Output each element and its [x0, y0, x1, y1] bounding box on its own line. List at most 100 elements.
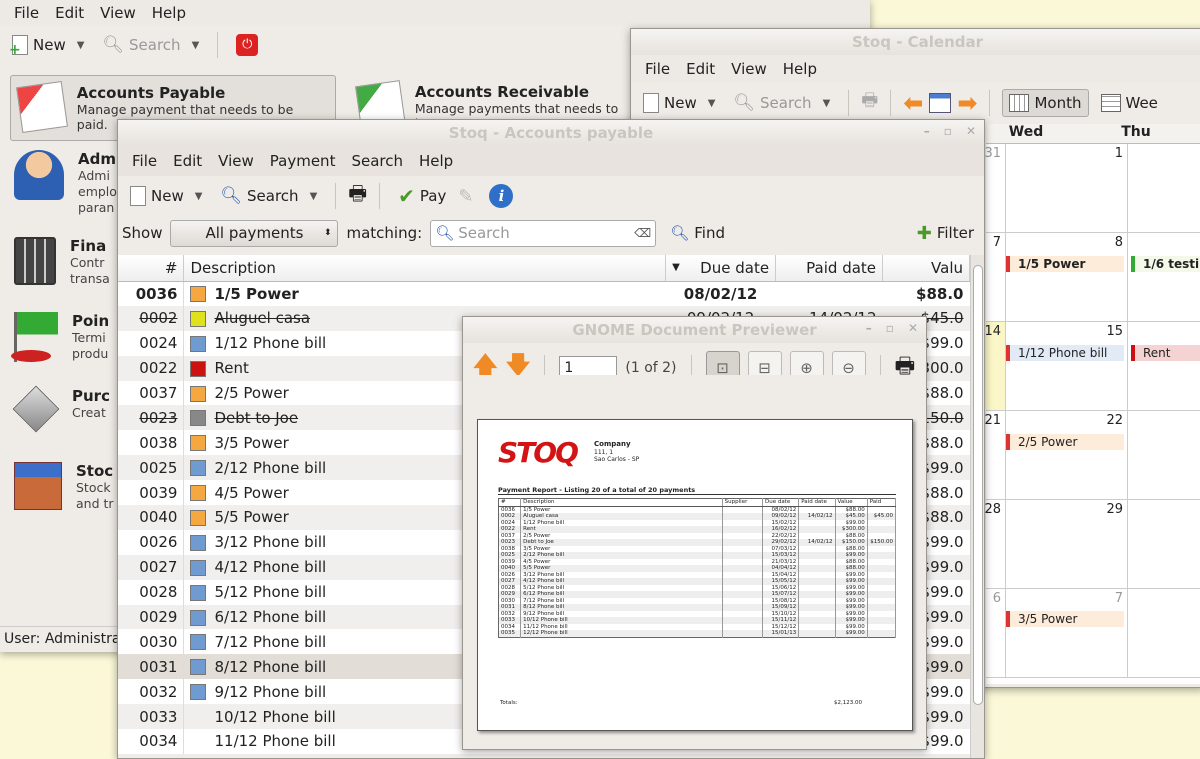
month-view-button[interactable]: Month: [1002, 89, 1089, 117]
today-calendar-icon[interactable]: [929, 93, 952, 113]
app-stock[interactable]: Stoc Stock and tr: [14, 462, 117, 537]
search-input[interactable]: 🔍︎ Search ⌫: [430, 219, 657, 247]
edit-pencil-icon[interactable]: ✎: [458, 186, 473, 207]
menu-file[interactable]: File: [6, 4, 47, 22]
menu-payment[interactable]: Payment: [262, 152, 344, 170]
calendar-day-cell[interactable]: [1128, 411, 1200, 500]
app-description-line: Termi: [72, 330, 106, 345]
calendar-day-cell[interactable]: 22: [1006, 411, 1128, 500]
color-swatch: [190, 360, 207, 377]
calendar-event[interactable]: 1/12 Phone bill: [1006, 345, 1124, 361]
menu-edit[interactable]: Edit: [678, 60, 723, 78]
menu-help[interactable]: Help: [775, 60, 825, 78]
vertical-scrollbar[interactable]: [970, 255, 984, 758]
description-text: 11/12 Phone bill: [214, 732, 336, 751]
calendar-day-cell[interactable]: 21: [984, 411, 1006, 500]
calendar-event[interactable]: 2/5 Power: [1006, 434, 1124, 450]
calendar-event[interactable]: Rent: [1131, 345, 1200, 361]
new-button[interactable]: New ▼: [124, 182, 208, 210]
info-icon[interactable]: i: [489, 184, 514, 208]
menu-edit[interactable]: Edit: [165, 152, 210, 170]
calendar-event[interactable]: 1/6 testin: [1131, 256, 1200, 272]
filter-button[interactable]: ✚ Filter: [911, 219, 980, 248]
menu-file[interactable]: File: [637, 60, 678, 78]
previous-arrow-icon[interactable]: ⬅: [903, 89, 923, 117]
menu-help[interactable]: Help: [144, 4, 194, 22]
calendar-day-cell[interactable]: 31: [984, 144, 1006, 233]
maximize-icon[interactable]: ▫: [886, 321, 894, 335]
close-icon[interactable]: ✕: [908, 321, 918, 335]
calendar-day-cell[interactable]: [1128, 500, 1200, 589]
column-header-description[interactable]: Description: [183, 255, 667, 282]
app-financial[interactable]: Fina Contr transa: [14, 237, 117, 312]
payment-status-combo[interactable]: All payments ⬍: [170, 219, 339, 247]
app-purchase[interactable]: Purc Creat: [12, 385, 117, 462]
toolbar-separator: [989, 90, 991, 116]
week-view-button[interactable]: Wee: [1095, 90, 1164, 116]
document-viewport[interactable]: STOQ Company 111, 1 Sao Carlos - SP Paym…: [463, 375, 926, 749]
new-dropdown-arrow-icon[interactable]: ▼: [708, 98, 716, 109]
scrollbar-thumb[interactable]: [973, 265, 983, 705]
new-dropdown-arrow-icon[interactable]: ▼: [77, 40, 85, 51]
stoq-logo: STOQ: [498, 436, 579, 469]
menu-file[interactable]: File: [124, 152, 165, 170]
pay-button[interactable]: ✔ Pay: [392, 180, 452, 212]
print-icon[interactable]: 🖶: [861, 88, 878, 118]
calendar-day-cell[interactable]: 8: [1006, 233, 1128, 322]
menu-view[interactable]: View: [723, 60, 775, 78]
column-header-due-date[interactable]: ▼ Due date: [665, 255, 777, 282]
new-button[interactable]: + New ▼: [6, 31, 90, 59]
menu-search[interactable]: Search: [343, 152, 411, 170]
calendar-day-cell[interactable]: 14: [984, 322, 1006, 411]
calendar-event[interactable]: 1/5 Power: [1006, 256, 1124, 272]
maximize-icon[interactable]: ▫: [944, 124, 952, 138]
calendar-day-cell[interactable]: 29: [1006, 500, 1128, 589]
search-dropdown-arrow-icon[interactable]: ▼: [192, 40, 200, 51]
new-dropdown-arrow-icon[interactable]: ▼: [195, 191, 203, 202]
table-row[interactable]: 0036 1/5 Power 08/02/12 $88.0: [118, 281, 970, 306]
find-button[interactable]: 🔍︎ Find: [664, 220, 731, 246]
menu-view[interactable]: View: [92, 4, 144, 22]
app-list: Adm Admi emplo paran Fina Contr transa P…: [11, 150, 117, 537]
calendar-day-cell[interactable]: 1: [1006, 144, 1128, 233]
app-description-line: Contr: [70, 255, 105, 270]
minimize-icon[interactable]: –: [924, 124, 930, 138]
column-header-id[interactable]: #: [118, 255, 185, 282]
calendar-day-cell[interactable]: 15: [1006, 322, 1128, 411]
app-point-of-sale[interactable]: Poin Termi produ: [11, 312, 117, 387]
payables-titlebar[interactable]: Stoq - Accounts payable – ▫ ✕: [118, 120, 984, 146]
app-title: Adm: [78, 150, 116, 168]
calendar-day-cell[interactable]: [1128, 233, 1200, 322]
search-button[interactable]: 🔍︎ Search ▼: [727, 89, 836, 117]
calendar-day-cell[interactable]: [1128, 322, 1200, 411]
calendar-day-cell[interactable]: [1128, 589, 1200, 678]
menu-view[interactable]: View: [210, 152, 262, 170]
search-dropdown-arrow-icon[interactable]: ▼: [823, 98, 831, 109]
column-header-paid-date[interactable]: Paid date: [775, 255, 884, 282]
calendar-day-cell[interactable]: 6: [986, 589, 1006, 678]
calendar-day-cell[interactable]: 28: [984, 500, 1006, 589]
previewer-titlebar[interactable]: GNOME Document Previewer – ▫ ✕: [463, 317, 926, 343]
quit-button[interactable]: ⏻: [230, 30, 264, 60]
app-admin[interactable]: Adm Admi emplo paran: [14, 150, 117, 225]
search-button[interactable]: 🔍︎ Search ▼: [96, 31, 205, 59]
next-arrow-icon[interactable]: ➡: [957, 89, 977, 117]
close-icon[interactable]: ✕: [966, 124, 976, 138]
page-count: (1 of 2): [625, 360, 677, 376]
clear-input-icon[interactable]: ⌫: [634, 226, 655, 240]
menu-help[interactable]: Help: [411, 152, 461, 170]
calendar-day-cell[interactable]: 7: [986, 233, 1006, 322]
column-header-value[interactable]: Valu: [882, 255, 970, 282]
menu-edit[interactable]: Edit: [47, 4, 92, 22]
print-icon[interactable]: 🖶: [348, 179, 367, 213]
search-dropdown-arrow-icon[interactable]: ▼: [310, 191, 318, 202]
calendar-event[interactable]: 3/5 Power: [1006, 611, 1124, 627]
search-button[interactable]: 🔍︎ Search ▼: [214, 182, 323, 210]
calendar-titlebar[interactable]: Stoq - Calendar: [631, 29, 1200, 55]
week-view-label: Wee: [1125, 94, 1158, 112]
minimize-icon[interactable]: –: [866, 321, 872, 335]
new-button[interactable]: New ▼: [637, 89, 721, 117]
color-swatch: [190, 485, 207, 502]
calendar-day-cell[interactable]: [1128, 144, 1200, 233]
calendar-day-cell[interactable]: 7: [1006, 589, 1128, 678]
